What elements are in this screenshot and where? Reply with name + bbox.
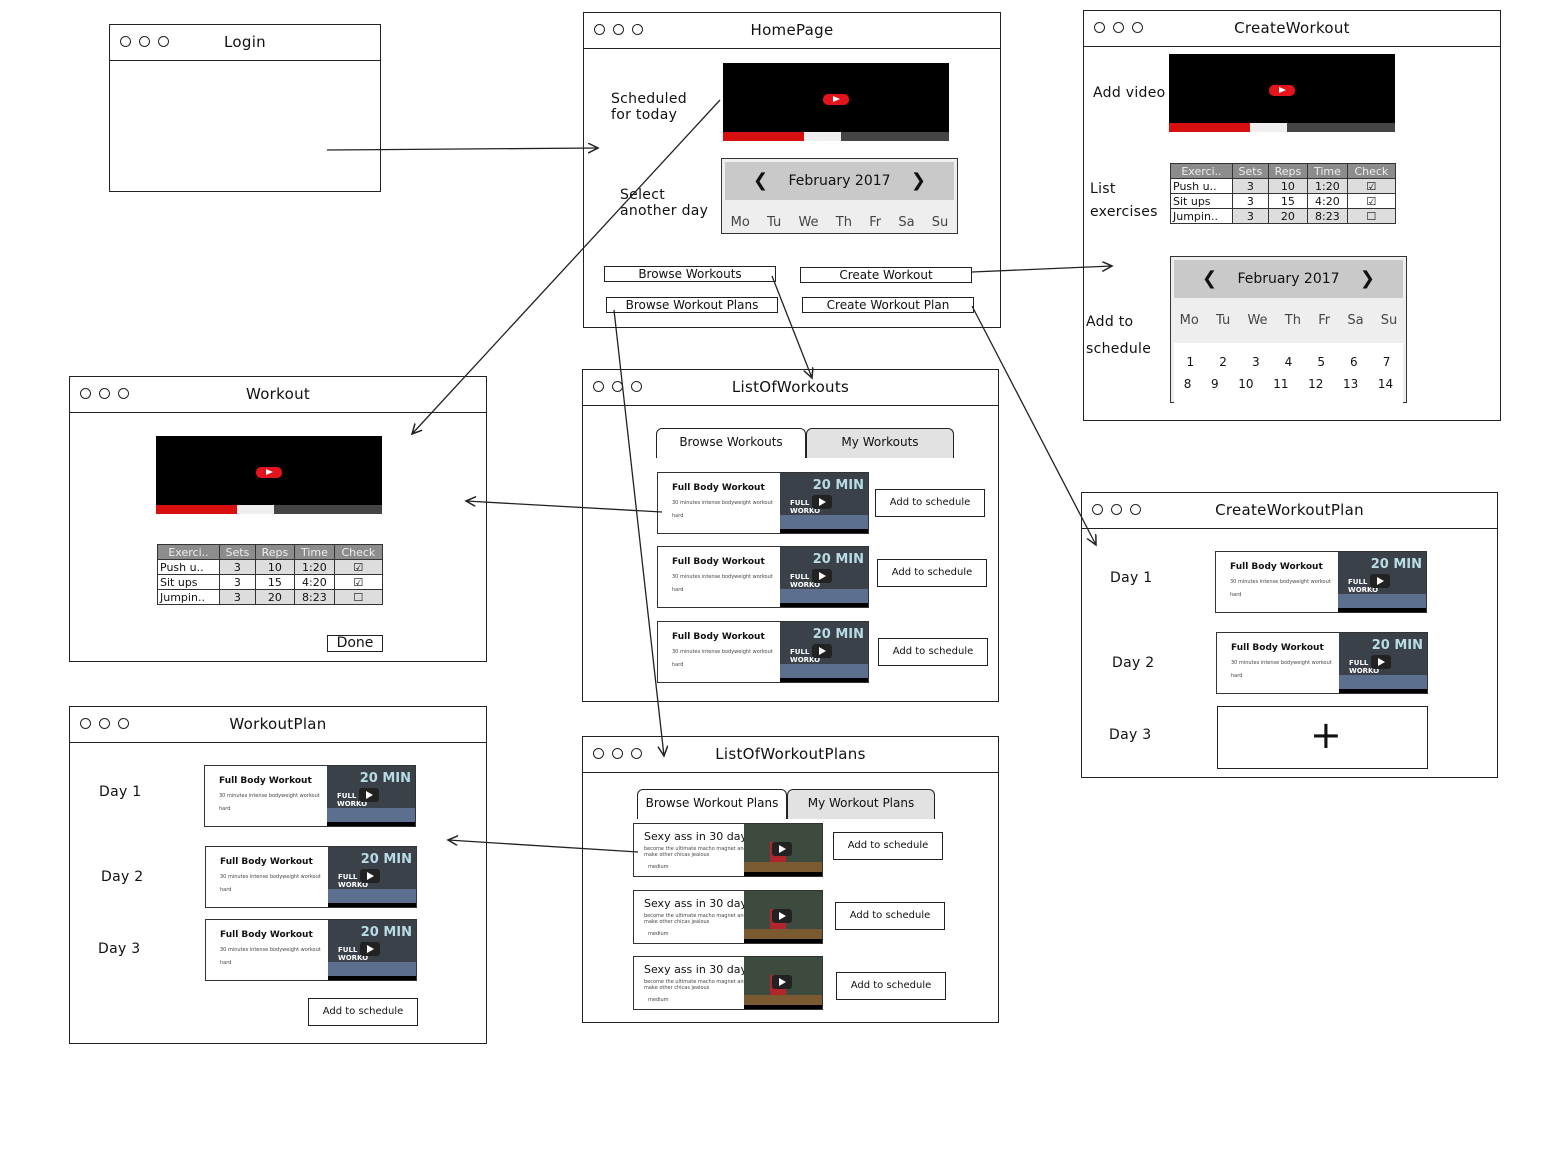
arrow-plans-to-workoutplan [448,840,639,853]
arrow-home-video-to-workout [412,99,721,434]
arrow-browse-workouts [771,275,812,378]
arrow-list-to-workout [466,501,663,513]
arrow-login-to-home [326,148,598,150]
flow-arrows [326,99,1550,853]
arrow-create-workout [971,266,1112,273]
arrow-create-plan [971,305,1096,545]
arrow-browse-plans [613,309,664,756]
